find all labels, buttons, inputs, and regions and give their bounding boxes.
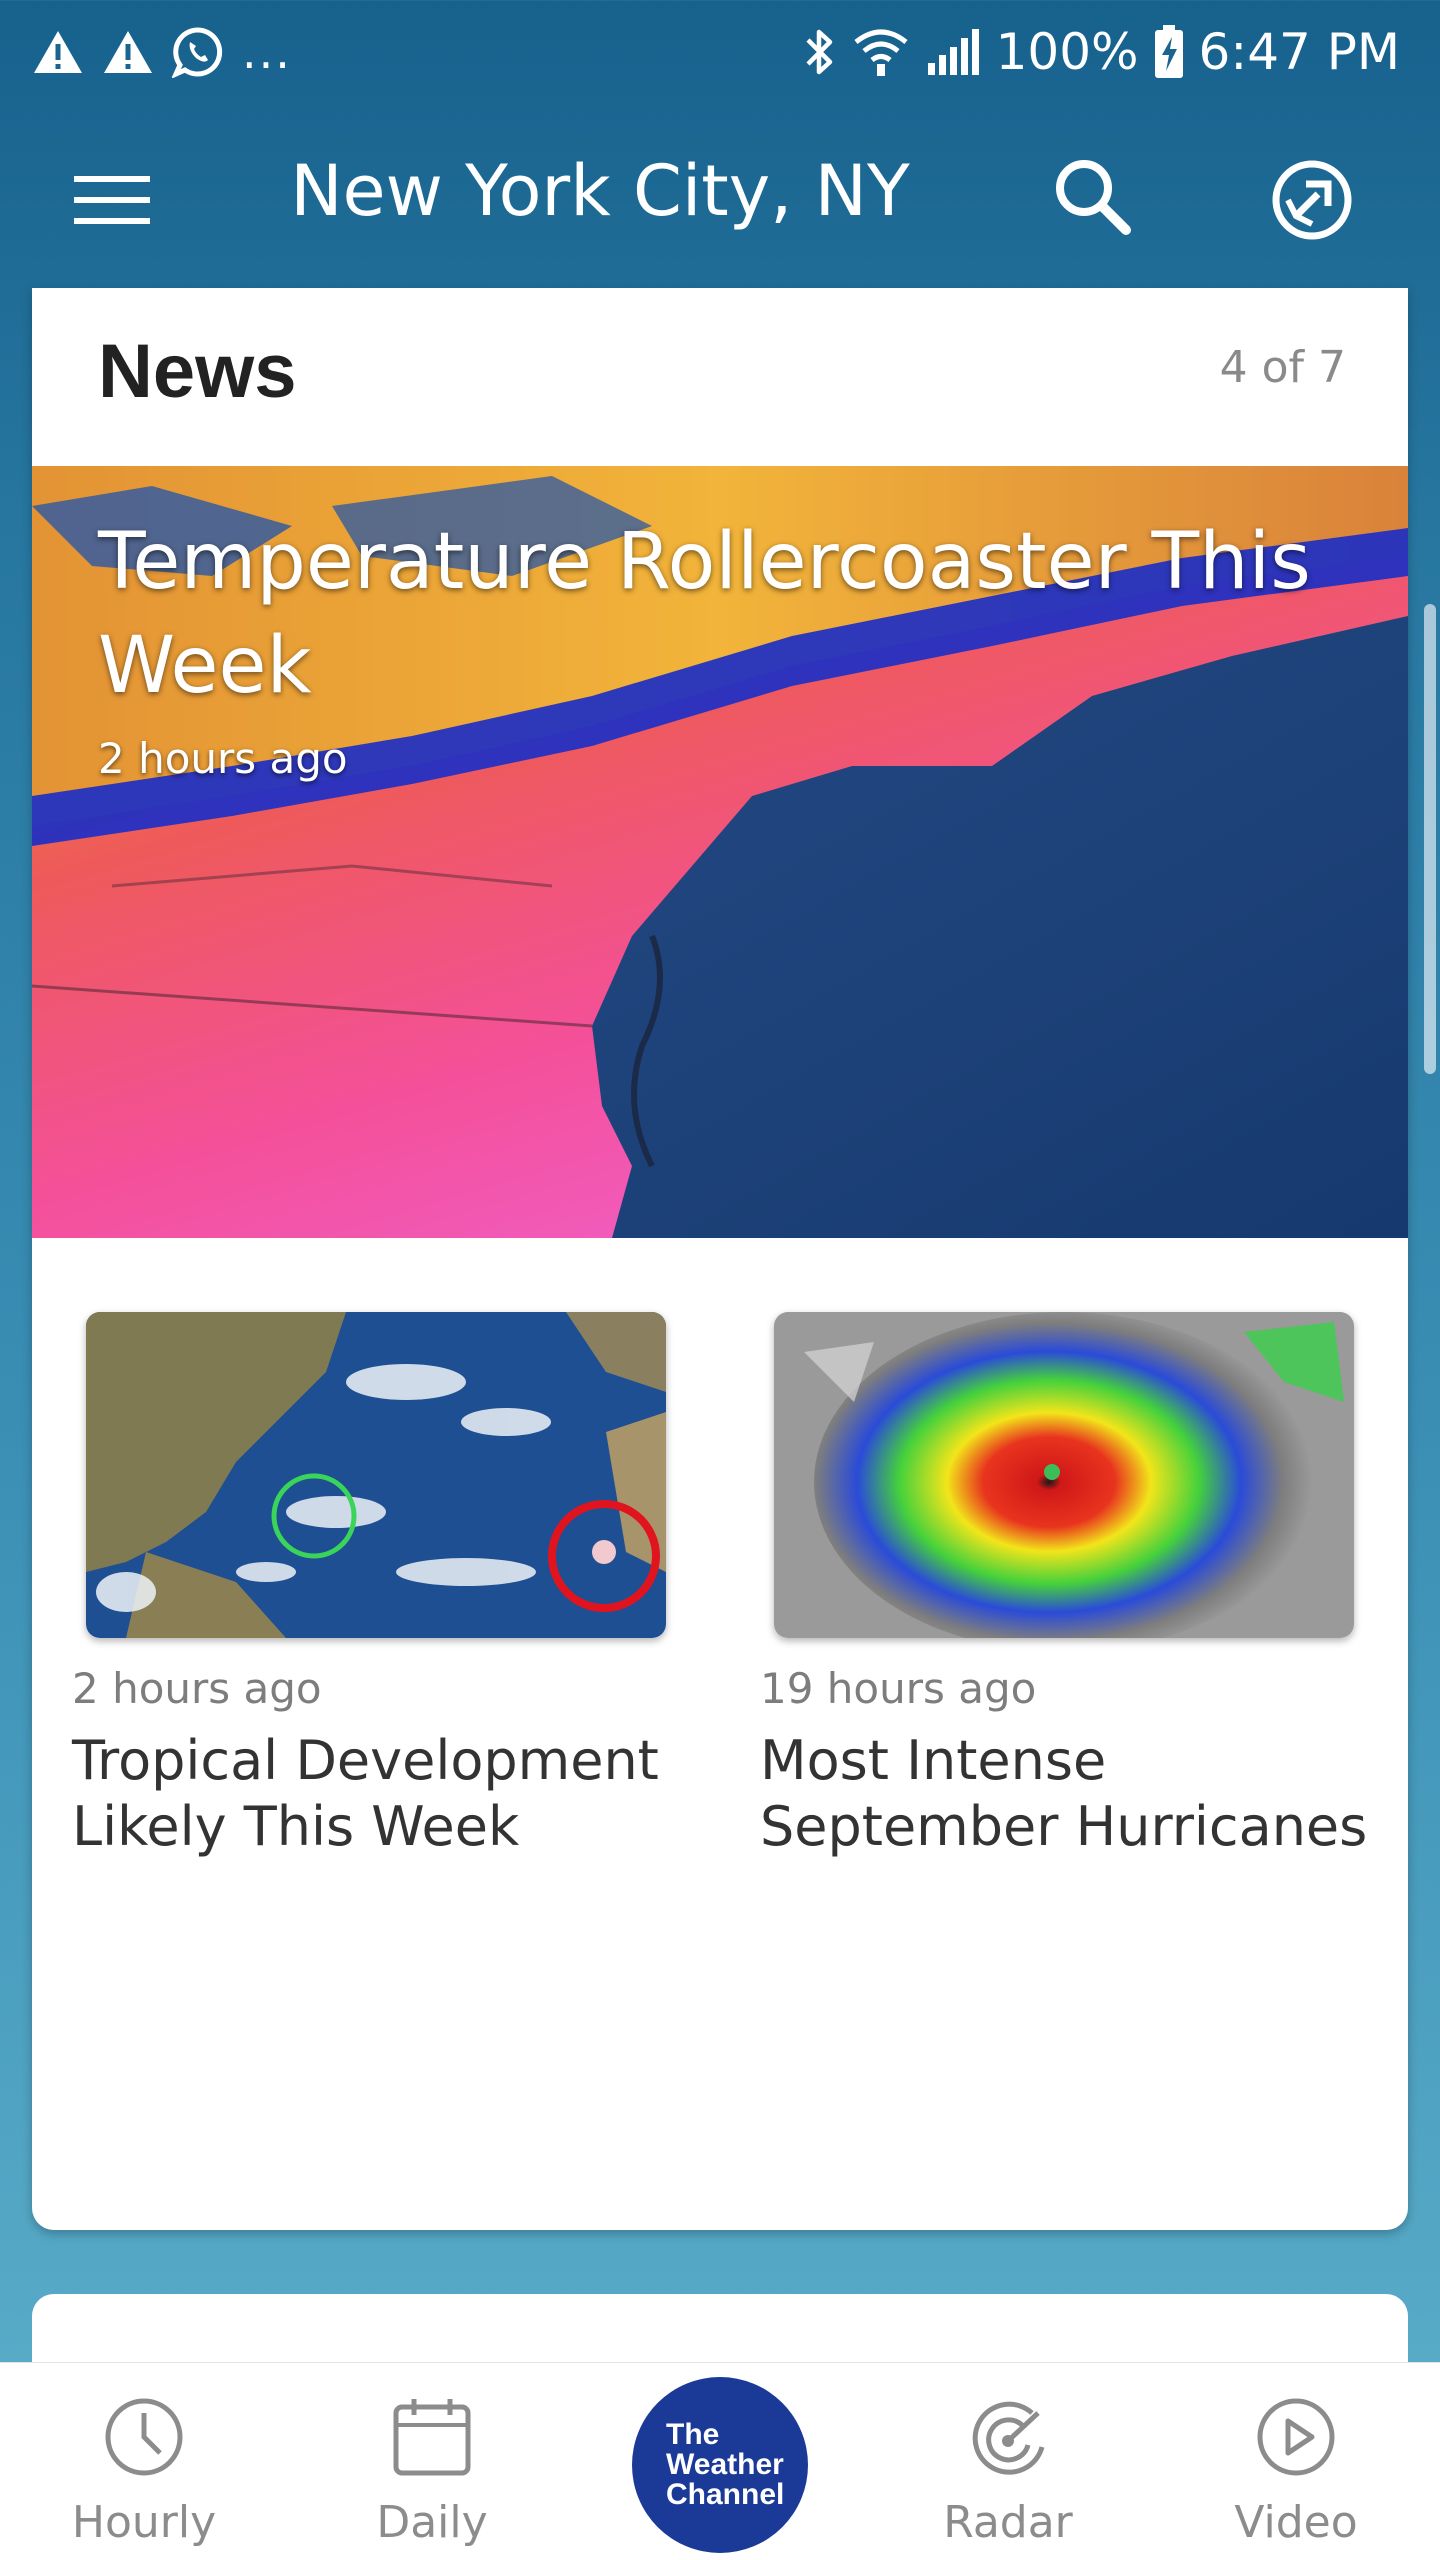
hurricane-image: [774, 1312, 1354, 1638]
nav-hourly[interactable]: Hourly: [44, 2391, 244, 2560]
app-bar: New York City, NY: [0, 110, 1440, 280]
whatsapp-icon: [172, 27, 223, 78]
nav-daily[interactable]: Daily: [332, 2391, 532, 2560]
warning-icon: [34, 31, 82, 73]
logo-line: Channel: [666, 2478, 785, 2511]
nav-label: Video: [1234, 2497, 1358, 2548]
hero-timestamp: 2 hours ago: [98, 734, 348, 783]
locate-icon: [1272, 160, 1352, 240]
nav-label: Radar: [943, 2497, 1073, 2548]
locate-button[interactable]: [1262, 150, 1362, 250]
clock-icon: [105, 2398, 183, 2476]
hero-title[interactable]: Temperature Rollercoaster This Week: [98, 510, 1368, 718]
radar-icon: [972, 2401, 1045, 2475]
nav-label: Daily: [376, 2497, 488, 2548]
battery-percent: 100%: [995, 23, 1139, 81]
status-left: ...: [32, 22, 292, 82]
play-icon: [1257, 2398, 1335, 2476]
notification-overflow: ...: [242, 25, 292, 79]
bottom-navigation: Hourly Daily The Weather Channel Radar V…: [0, 2362, 1440, 2560]
battery-charging-icon: [1154, 25, 1183, 78]
story-timestamp: 19 hours ago: [760, 1664, 1037, 1713]
nav-label: Hourly: [71, 2497, 217, 2548]
nav-video[interactable]: Video: [1196, 2391, 1396, 2560]
menu-icon: [74, 176, 150, 224]
story-title[interactable]: Tropical Development Likely This Week: [72, 1728, 682, 1860]
nav-radar[interactable]: Radar: [908, 2391, 1108, 2560]
warning-icon: [104, 31, 152, 73]
news-heading: News: [98, 329, 297, 414]
status-right: 100% 6:47 PM: [802, 22, 1400, 82]
location-title[interactable]: New York City, NY: [240, 150, 960, 232]
clock-time: 6:47 PM: [1198, 23, 1400, 81]
story-thumbnail[interactable]: [86, 1312, 666, 1638]
scroll-indicator[interactable]: [1424, 604, 1436, 1074]
logo-line: The: [666, 2418, 720, 2451]
hero-story[interactable]: Temperature Rollercoaster This Week 2 ho…: [32, 466, 1408, 1238]
news-card: News 4 of 7 Temperature Rollercoaster Th…: [32, 288, 1408, 2230]
weather-channel-logo[interactable]: The Weather Channel: [632, 2377, 808, 2553]
menu-button[interactable]: [66, 154, 158, 246]
wifi-icon: [854, 29, 908, 76]
news-counter: 4 of 7: [1219, 342, 1346, 393]
search-icon: [1056, 160, 1131, 235]
signal-icon: [927, 29, 979, 75]
calendar-icon: [393, 2399, 471, 2476]
logo-line: Weather: [666, 2448, 784, 2481]
bluetooth-icon: [805, 29, 832, 75]
story-thumbnail[interactable]: [774, 1312, 1354, 1638]
tropical-map-image: [86, 1312, 666, 1638]
story-timestamp: 2 hours ago: [72, 1664, 322, 1713]
story-title[interactable]: Most Intense September Hurricanes: [760, 1728, 1370, 1860]
search-button[interactable]: [1046, 150, 1142, 246]
status-bar: ... 100% 6:47 PM: [0, 0, 1440, 104]
